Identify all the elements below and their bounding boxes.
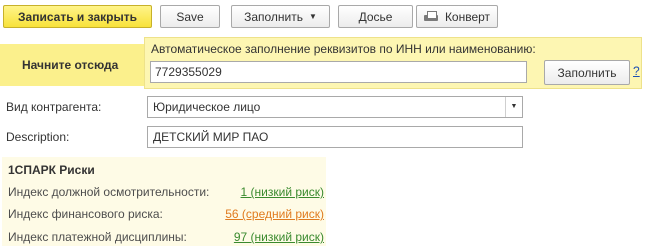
autofill-fill-label: Заполнить — [557, 65, 617, 80]
inn-search-input[interactable]: 7729355029 — [150, 61, 527, 83]
spark-title: 1СПАРК Риски — [8, 163, 95, 177]
envelope-button[interactable]: Конверт — [416, 5, 498, 28]
dossier-label: Досье — [358, 9, 393, 24]
envelope-label: Конверт — [444, 9, 491, 24]
fill-menu-label: Заполнить — [244, 9, 303, 24]
chevron-down-icon: ▼ — [309, 12, 317, 21]
save-and-close-button[interactable]: Записать и закрыть — [3, 5, 152, 28]
fill-menu-button[interactable]: Заполнить ▼ — [231, 5, 330, 28]
due-diligence-index-link[interactable]: 1 (низкий риск) — [241, 185, 324, 199]
due-diligence-index-label: Индекс должной осмотрительности: — [8, 185, 210, 199]
autofill-fill-button[interactable]: Заполнить — [544, 60, 630, 85]
save-button[interactable]: Save — [160, 5, 220, 28]
counterparty-type-value: Юридическое лицо — [153, 100, 261, 114]
dropdown-arrow-icon[interactable]: ▼ — [505, 97, 522, 117]
autofill-panel: Автоматическое заполнение реквизитов по … — [144, 37, 642, 89]
payment-discipline-index-link[interactable]: 97 (низкий риск) — [234, 230, 324, 244]
payment-discipline-index-label: Индекс платежной дисциплины: — [8, 230, 187, 244]
start-here-hint: Начните отсюда — [0, 44, 162, 86]
counterparty-type-label: Вид контрагента: — [6, 100, 102, 114]
autofill-label: Автоматическое заполнение реквизитов по … — [151, 42, 536, 56]
description-label: Description: — [6, 130, 70, 144]
printer-icon — [423, 10, 438, 23]
save-and-close-label: Записать и закрыть — [18, 9, 137, 24]
description-value: ДЕТСКИЙ МИР ПАО — [153, 130, 269, 144]
save-label: Save — [176, 9, 204, 24]
description-field[interactable]: ДЕТСКИЙ МИР ПАО — [147, 126, 523, 148]
help-link[interactable]: ? — [633, 64, 640, 78]
financial-risk-index-label: Индекс финансового риска: — [8, 207, 163, 221]
start-here-text: Начните отсюда — [22, 58, 119, 72]
spark-risks-panel: 1СПАРК Риски Индекс должной осмотрительн… — [2, 157, 326, 246]
counterparty-type-select[interactable]: Юридическое лицо ▼ — [147, 96, 523, 118]
financial-risk-index-link[interactable]: 56 (средний риск) — [225, 207, 324, 221]
dossier-button[interactable]: Досье — [338, 5, 413, 28]
